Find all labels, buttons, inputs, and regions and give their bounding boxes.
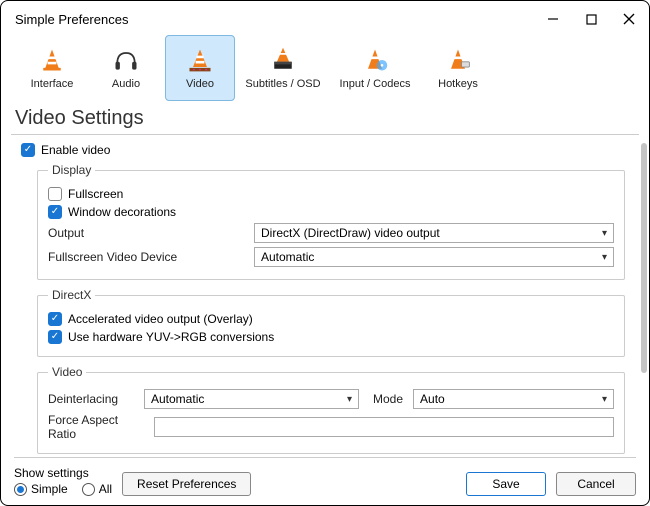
cone-keys-icon <box>444 46 472 74</box>
tab-label: Interface <box>31 78 74 90</box>
footer-divider <box>14 457 636 458</box>
display-group: Display Fullscreen Window decorations Ou… <box>37 163 625 280</box>
output-value: DirectX (DirectDraw) video output <box>261 226 440 240</box>
deinterlacing-label: Deinterlacing <box>48 392 138 406</box>
directx-legend: DirectX <box>48 288 95 302</box>
directx-group: DirectX Accelerated video output (Overla… <box>37 288 625 357</box>
enable-video-checkbox[interactable] <box>21 143 35 157</box>
reset-preferences-button[interactable]: Reset Preferences <box>122 472 251 496</box>
section-title: Video Settings <box>1 101 649 134</box>
tab-label: Subtitles / OSD <box>245 78 320 90</box>
accelerated-checkbox[interactable] <box>48 312 62 326</box>
maximize-icon <box>586 14 597 25</box>
force-aspect-input[interactable] <box>154 417 614 437</box>
fullscreen-checkbox[interactable] <box>48 187 62 201</box>
fullscreen-device-select[interactable]: Automatic <box>254 247 614 267</box>
deinterlacing-select[interactable]: Automatic <box>144 389 359 409</box>
cone-clapper-icon <box>269 46 297 74</box>
output-label: Output <box>48 226 248 240</box>
cone-film-icon <box>186 46 214 74</box>
radio-simple[interactable] <box>14 483 27 496</box>
mode-select[interactable]: Auto <box>413 389 614 409</box>
tab-input-codecs[interactable]: Input / Codecs <box>331 35 419 101</box>
scrollbar[interactable] <box>641 143 647 373</box>
display-legend: Display <box>48 163 95 177</box>
tab-video[interactable]: Video <box>165 35 235 101</box>
tab-label: Hotkeys <box>438 78 478 90</box>
cancel-button[interactable]: Cancel <box>556 472 636 496</box>
close-button[interactable] <box>619 9 639 29</box>
cone-icon <box>38 46 66 74</box>
mode-value: Auto <box>420 392 445 406</box>
deinterlacing-value: Automatic <box>151 392 204 406</box>
yuv-rgb-checkbox[interactable] <box>48 330 62 344</box>
radio-all-label: All <box>99 482 112 496</box>
divider <box>11 134 639 135</box>
window-decorations-label: Window decorations <box>68 205 176 219</box>
fullscreen-device-label: Fullscreen Video Device <box>48 250 248 264</box>
minimize-button[interactable] <box>543 9 563 29</box>
tab-subtitles[interactable]: Subtitles / OSD <box>239 35 327 101</box>
tab-label: Input / Codecs <box>340 78 411 90</box>
tab-interface[interactable]: Interface <box>17 35 87 101</box>
cone-disc-icon <box>361 46 389 74</box>
mode-label: Mode <box>373 392 403 406</box>
yuv-rgb-label: Use hardware YUV->RGB conversions <box>68 330 274 344</box>
force-aspect-label: Force Aspect Ratio <box>48 413 148 441</box>
accelerated-label: Accelerated video output (Overlay) <box>68 312 253 326</box>
fullscreen-device-value: Automatic <box>261 250 314 264</box>
maximize-button[interactable] <box>581 9 601 29</box>
radio-simple-label: Simple <box>31 482 68 496</box>
video-legend: Video <box>48 365 86 379</box>
tab-hotkeys[interactable]: Hotkeys <box>423 35 493 101</box>
tab-audio[interactable]: Audio <box>91 35 161 101</box>
output-select[interactable]: DirectX (DirectDraw) video output <box>254 223 614 243</box>
video-group: Video Deinterlacing Automatic Mode Auto … <box>37 365 625 454</box>
close-icon <box>623 13 635 25</box>
tab-label: Audio <box>112 78 140 90</box>
save-button[interactable]: Save <box>466 472 546 496</box>
enable-video-label: Enable video <box>41 143 110 157</box>
show-settings-label: Show settings <box>14 466 112 480</box>
window-decorations-checkbox[interactable] <box>48 205 62 219</box>
fullscreen-label: Fullscreen <box>68 187 123 201</box>
window-title: Simple Preferences <box>15 12 543 27</box>
tab-label: Video <box>186 78 214 90</box>
radio-all[interactable] <box>82 483 95 496</box>
headphones-icon <box>112 46 140 74</box>
minimize-icon <box>547 13 559 25</box>
